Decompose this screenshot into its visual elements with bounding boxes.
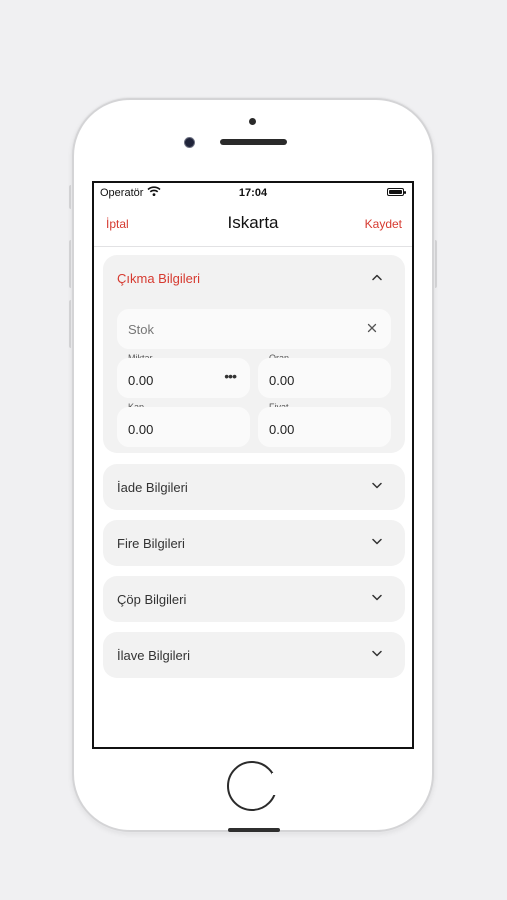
section-title: İade Bilgileri [117,480,188,495]
section-header-cop[interactable]: Çöp Bilgileri [103,576,405,622]
section-header-fire[interactable]: Fire Bilgileri [103,520,405,566]
stok-field[interactable]: Stok [117,309,391,349]
status-bar: Operatör 17:04 [94,183,412,203]
section-header-iade[interactable]: İade Bilgileri [103,464,405,510]
status-time: 17:04 [238,187,268,199]
section-header-ilave[interactable]: İlave Bilgileri [103,632,405,678]
earpiece-speaker [220,139,287,145]
chevron-up-icon [372,274,382,281]
oran-value: 0.00 [269,373,295,388]
stok-placeholder: Stok [128,322,155,337]
miktar-value: 0.00 [128,373,154,388]
section-title: İlave Bilgileri [117,648,190,663]
section-title: Çıkma Bilgileri [117,271,201,286]
kap-field[interactable]: 0.00 [117,407,250,447]
chevron-down-icon [372,594,382,601]
close-icon[interactable] [367,323,377,333]
home-button[interactable] [227,761,278,811]
proximity-sensor [249,118,256,125]
chevron-down-icon [372,538,382,545]
save-button[interactable]: Kaydet [365,217,402,231]
bottom-connector [228,828,280,832]
section-ilave-bilgileri[interactable]: İlave Bilgileri [103,632,405,678]
section-cikma-bilgileri: Çıkma Bilgileri Stok Miktar 0.00 ••• Ora… [103,255,405,453]
kap-value: 0.00 [128,422,154,437]
front-camera [184,137,195,148]
miktar-field[interactable]: 0.00 ••• [117,358,250,398]
section-fire-bilgileri[interactable]: Fire Bilgileri [103,520,405,566]
oran-field[interactable]: 0.00 [258,358,391,398]
app-screen: Operatör 17:04 İptal Iskarta Kaydet Çıkm… [92,181,414,749]
battery-icon [387,188,406,196]
section-title: Fire Bilgileri [117,536,185,551]
chevron-down-icon [372,482,382,489]
fiyat-value: 0.00 [269,422,295,437]
section-iade-bilgileri[interactable]: İade Bilgileri [103,464,405,510]
chevron-down-icon [372,650,382,657]
more-horizontal-icon[interactable]: ••• [224,369,237,383]
section-header-cikma[interactable]: Çıkma Bilgileri [103,255,405,301]
section-title: Çöp Bilgileri [117,592,187,607]
section-cop-bilgileri[interactable]: Çöp Bilgileri [103,576,405,622]
navigation-bar: İptal Iskarta Kaydet [94,203,412,247]
fiyat-field[interactable]: 0.00 [258,407,391,447]
